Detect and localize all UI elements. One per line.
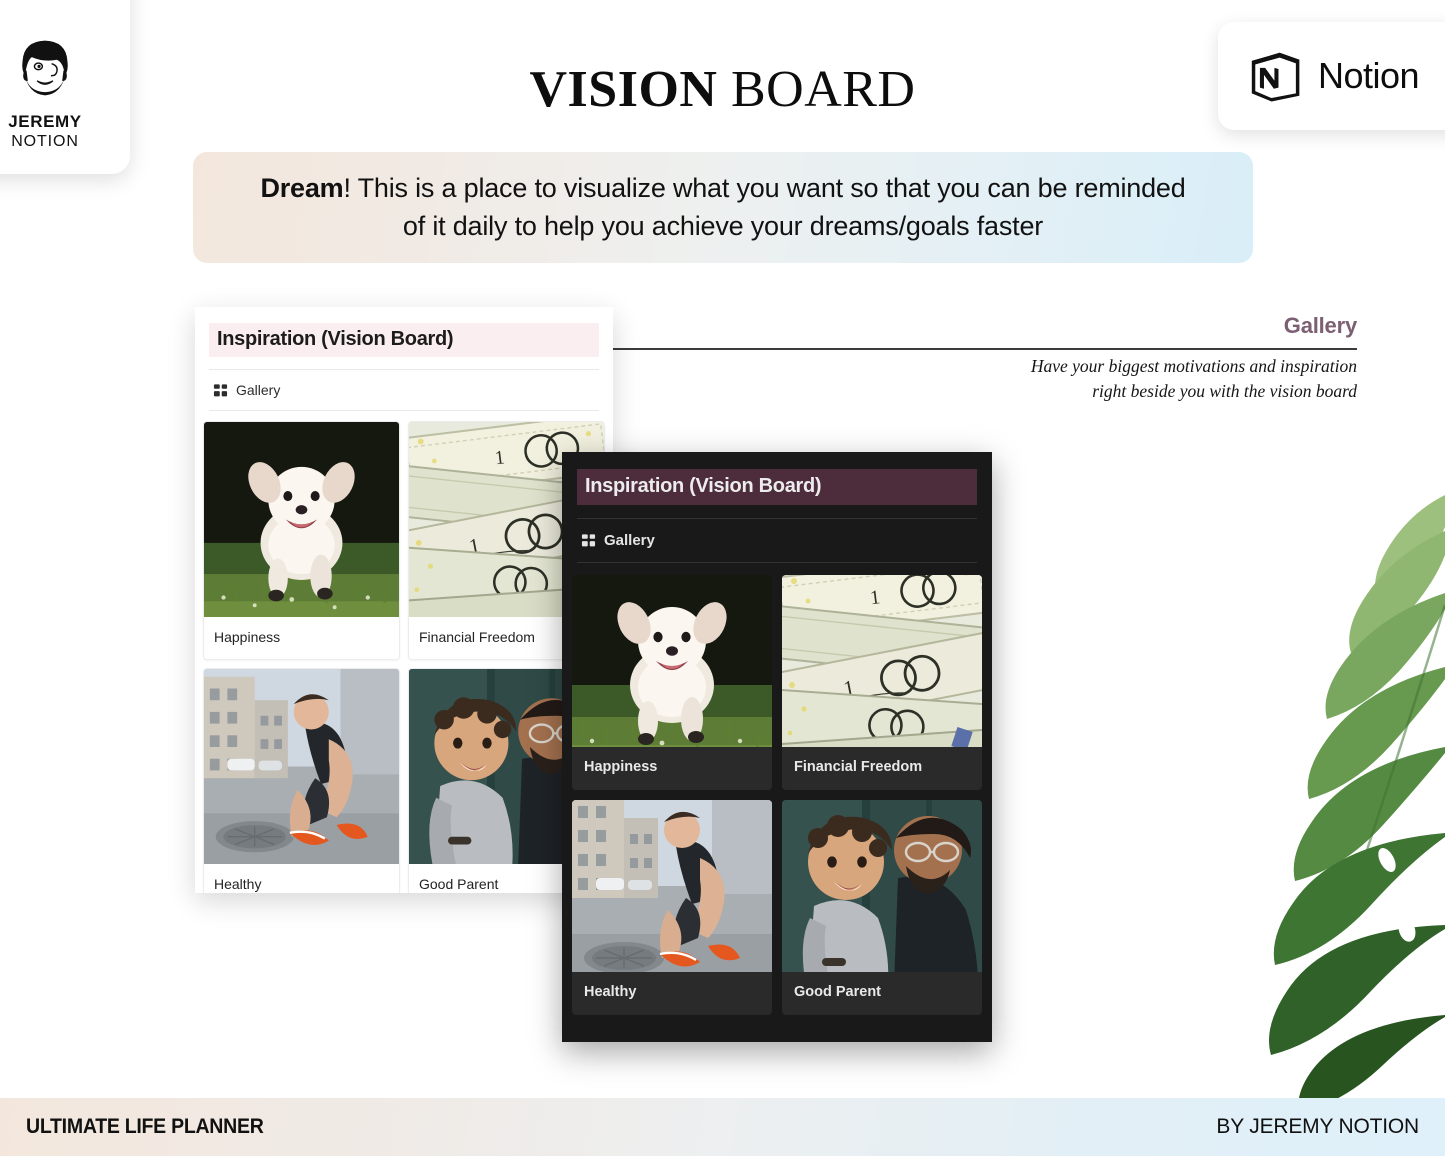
light-notion-window: Inspiration (Vision Board) Gallery Happi…: [195, 307, 613, 893]
page-title-bold: VISION: [529, 61, 718, 118]
table-row[interactable]: Good Parent: [782, 800, 982, 1015]
notion-badge: Notion: [1218, 22, 1445, 130]
light-window-view-label: Gallery: [236, 382, 281, 398]
card-label: Healthy: [214, 876, 262, 892]
notion-badge-label: Notion: [1318, 55, 1420, 96]
brand-name-line2: NOTION: [11, 133, 79, 150]
table-row[interactable]: Healthy: [203, 668, 400, 893]
light-window-gallery-grid: Happiness Financial Freedom Healthy Good…: [195, 411, 613, 893]
dream-banner-lead: Dream: [260, 173, 344, 204]
page-title-regular: BOARD: [730, 61, 916, 118]
white-dog-running-on-grass-photo: [204, 422, 399, 617]
table-row[interactable]: Financial Freedom: [782, 575, 982, 790]
dream-banner: Dream! This is a place to visualize what…: [193, 152, 1253, 263]
notion-cube-icon: [1246, 47, 1304, 105]
white-dog-running-on-grass-photo: [572, 575, 772, 747]
footer-left-text: ULTIMATE LIFE PLANNER: [26, 1115, 264, 1138]
dark-window-title: Inspiration (Vision Board): [577, 469, 977, 505]
footer-bar: ULTIMATE LIFE PLANNER BY JEREMY NOTION: [0, 1098, 1445, 1156]
annotation-divider: [603, 348, 1357, 350]
annotation-description: Have your biggest motivations and inspir…: [1030, 356, 1357, 401]
stack-of-hundred-dollar-bills-photo: [782, 575, 982, 747]
card-label: Healthy: [584, 984, 637, 1000]
runner-tying-shoe-on-street-photo: [572, 800, 772, 972]
dark-window-view-tab[interactable]: Gallery: [577, 519, 977, 562]
card-label: Good Parent: [794, 984, 882, 1000]
card-label: Financial Freedom: [794, 759, 923, 775]
gallery-grid-icon: [581, 533, 596, 548]
light-window-view-tab[interactable]: Gallery: [209, 370, 599, 410]
annotation-title: Gallery: [1283, 313, 1357, 338]
light-window-title: Inspiration (Vision Board): [209, 323, 599, 357]
table-row[interactable]: Happiness: [572, 575, 772, 790]
table-row[interactable]: Happiness: [203, 421, 400, 660]
runner-tying-shoe-on-street-photo: [204, 669, 399, 864]
dark-notion-window: Inspiration (Vision Board) Gallery Happi…: [562, 452, 992, 1042]
table-row[interactable]: Healthy: [572, 800, 772, 1015]
dark-window-gallery-grid: Happiness Financial Freedom Healthy Good…: [562, 563, 992, 1015]
gallery-grid-icon: [213, 383, 228, 398]
dark-window-view-label: Gallery: [604, 532, 655, 549]
card-label: Happiness: [584, 759, 658, 775]
dream-banner-text: Dream! This is a place to visualize what…: [248, 170, 1198, 245]
footer-right-text: BY JEREMY NOTION: [1216, 1115, 1419, 1138]
dream-banner-body: ! This is a place to visualize what you …: [343, 173, 1186, 241]
card-label: Happiness: [214, 629, 281, 645]
monstera-leaf-icon: [1235, 485, 1445, 1100]
father-kissing-toddler-photo: [782, 800, 982, 972]
